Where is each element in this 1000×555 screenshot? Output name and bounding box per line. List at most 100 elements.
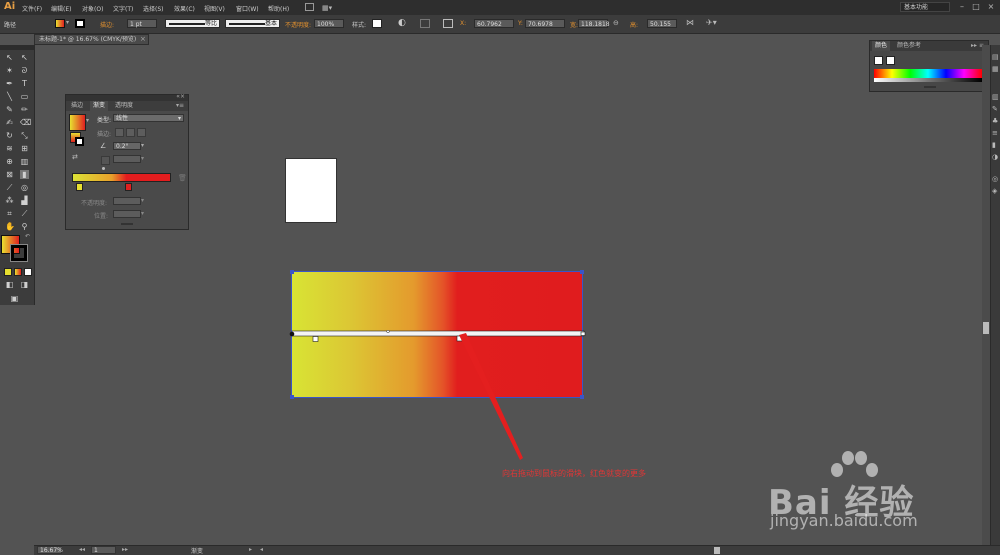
next-artboard-icon[interactable]: ▸▸ (122, 546, 128, 553)
artboard[interactable] (285, 158, 337, 223)
stop-location-field[interactable] (113, 210, 141, 218)
pen-tool-icon[interactable]: ✒ (5, 79, 14, 88)
selection-tool-icon[interactable]: ↖ (5, 53, 14, 62)
collapse-icon[interactable]: «× (176, 93, 185, 100)
free-transform-tool-icon[interactable]: ⊞ (20, 144, 29, 153)
close-document-icon[interactable]: × (140, 35, 146, 43)
chevron-down-icon[interactable]: ▾ (141, 142, 144, 149)
menu-object[interactable]: 对象(O) (82, 4, 103, 13)
vertical-scrollbar[interactable] (982, 45, 990, 545)
gradient-slider[interactable] (72, 173, 171, 182)
chevron-down-icon[interactable]: ▾ (141, 210, 144, 217)
vertical-scroll-thumb[interactable] (983, 322, 989, 334)
rotate-tool-icon[interactable]: ↻ (5, 131, 14, 140)
brush-style-select[interactable]: 基本 (225, 19, 280, 28)
stop-opacity-field[interactable] (113, 197, 141, 205)
selection-handle[interactable] (580, 395, 584, 399)
gradient-annotator[interactable] (288, 326, 588, 346)
direct-selection-tool-icon[interactable]: ↖ (20, 53, 29, 62)
menu-type[interactable]: 文字(T) (113, 4, 133, 13)
eraser-tool-icon[interactable]: ⌫ (20, 118, 31, 127)
stroke-option-3[interactable] (137, 128, 146, 137)
selection-handle[interactable] (580, 270, 584, 274)
pencil-tool-icon[interactable]: ✏ (20, 105, 29, 114)
gradient-panel-icon[interactable]: ▮ (992, 141, 996, 149)
blend-tool-icon[interactable]: ◎ (20, 183, 29, 192)
stroke-indicator[interactable] (75, 137, 84, 146)
transform-icon[interactable]: ⋈ (686, 18, 694, 27)
swap-fill-stroke-icon[interactable]: ↶ (25, 233, 30, 240)
draw-normal-icon[interactable]: ◧ (5, 280, 14, 289)
y-field[interactable]: 70.6978 (525, 19, 565, 28)
none-color-icon[interactable] (874, 56, 883, 65)
gradient-mode-icon[interactable] (14, 268, 22, 276)
tab-color-guide[interactable]: 颜色参考 (894, 41, 924, 51)
menu-view[interactable]: 视图(V) (204, 4, 225, 13)
blob-brush-tool-icon[interactable]: ✍ (5, 118, 14, 127)
horizontal-scroll-thumb[interactable] (714, 547, 720, 554)
menu-select[interactable]: 选择(S) (143, 4, 164, 13)
prev-artboard-icon[interactable]: ◂◂ (79, 546, 85, 553)
zoom-field[interactable]: 16.67% (37, 546, 63, 554)
selection-handle[interactable] (290, 395, 294, 399)
reference-point-icon[interactable] (443, 19, 453, 28)
mesh-tool-icon[interactable]: ⊠ (5, 170, 14, 179)
perspective-grid-tool-icon[interactable]: ▥ (20, 157, 29, 166)
draw-behind-icon[interactable]: ◨ (20, 280, 29, 289)
chevron-down-icon[interactable]: ▾ (86, 117, 89, 124)
zoom-tool-icon[interactable]: ⚲ (20, 222, 29, 231)
height-field[interactable]: 50.155 (647, 19, 677, 28)
restore-icon[interactable]: □ (970, 2, 982, 12)
reverse-gradient-icon[interactable]: ⇄ (72, 153, 78, 161)
color-guide-icon[interactable]: ▦ (992, 65, 999, 73)
fill-color-swatch[interactable] (55, 19, 65, 28)
resize-grip[interactable] (121, 223, 133, 225)
menu-file[interactable]: 文件(F) (22, 4, 42, 13)
tab-gradient[interactable]: 渐变 (90, 101, 109, 111)
close-icon[interactable]: × (985, 2, 997, 12)
arrange-docs-icon[interactable]: ▦▾ (322, 4, 332, 12)
workspace-switcher[interactable]: 基本功能 (900, 2, 950, 12)
tab-stroke[interactable]: 描边 (68, 101, 86, 111)
menu-help[interactable]: 帮助(H) (268, 4, 289, 13)
gradient-preview-swatch[interactable] (69, 114, 86, 131)
chevron-down-icon[interactable]: ▾ (66, 19, 69, 26)
width-field[interactable]: 118.1818 (578, 19, 610, 28)
lasso-tool-icon[interactable]: ᘐ (20, 66, 29, 75)
x-field[interactable]: 60.7962 (474, 19, 514, 28)
graphic-style-swatch[interactable] (372, 19, 382, 28)
hand-tool-icon[interactable]: ✋ (5, 222, 15, 231)
stroke-option-2[interactable] (126, 128, 135, 137)
chevron-down-icon[interactable]: ▾ (141, 155, 144, 162)
menu-effect[interactable]: 效果(C) (174, 4, 195, 13)
scroll-left-icon[interactable]: ◂ (260, 546, 263, 553)
link-icon[interactable]: ⊖ (613, 19, 619, 27)
type-tool-icon[interactable]: T (20, 79, 29, 88)
scale-tool-icon[interactable]: ⤡ (20, 131, 29, 140)
align-icon[interactable] (420, 19, 430, 28)
delete-stop-icon[interactable]: 🗑 (178, 174, 187, 182)
menu-window[interactable]: 窗口(W) (236, 4, 259, 13)
opacity-label[interactable]: 不透明度: (285, 20, 311, 29)
magic-wand-tool-icon[interactable]: ✶ (5, 66, 14, 75)
line-tool-icon[interactable]: ╲ (5, 92, 14, 101)
eyedropper-tool-icon[interactable]: ⟋ (5, 183, 14, 192)
stroke-panel-icon[interactable]: ≡ (992, 129, 998, 137)
artboard-tool-icon[interactable]: ⌗ (5, 209, 14, 218)
recolor-icon[interactable]: ◐ (398, 18, 406, 28)
resize-grip[interactable] (924, 86, 936, 88)
opacity-field[interactable]: 100% (314, 19, 344, 28)
appearance-icon[interactable]: ◎ (992, 175, 998, 183)
tab-color[interactable]: 颜色 (872, 41, 891, 51)
tab-transparency[interactable]: 透明度 (112, 101, 136, 111)
rectangle-tool-icon[interactable]: ▭ (20, 92, 29, 101)
gradient-stop-yellow-swatch[interactable] (76, 183, 83, 191)
selection-handle[interactable] (290, 270, 294, 274)
bridge-icon[interactable] (305, 3, 314, 11)
shape-builder-tool-icon[interactable]: ⊕ (5, 157, 14, 166)
status-menu-icon[interactable]: ▸ (249, 546, 252, 553)
paintbrush-tool-icon[interactable]: ✎ (5, 105, 14, 114)
brush-profile-select[interactable]: 等比 (165, 19, 220, 28)
transparency-panel-icon[interactable]: ◑ (992, 153, 998, 161)
stroke-label[interactable]: 描边: (100, 20, 114, 29)
